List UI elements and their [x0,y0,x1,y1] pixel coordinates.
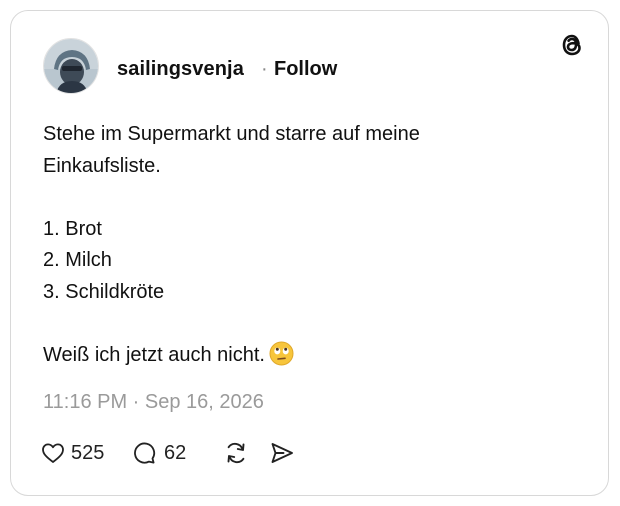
post-line: Stehe im Supermarkt und starre auf meine [43,123,420,145]
list-item: 1. Brot [43,217,102,240]
share-button[interactable] [269,439,297,469]
separator-dot: · [261,58,268,80]
username[interactable]: sailingsvenja [117,58,244,81]
reply-button[interactable]: 62 [132,439,194,469]
like-count: 525 [71,442,105,464]
send-icon [271,443,293,463]
post-card: sailingsvenja · Follow Stehe im Supermar… [10,10,609,496]
repost-button[interactable] [223,439,251,469]
avatar[interactable] [43,38,99,94]
list-item: 2. Milch [43,249,112,271]
post-line: Weiß ich jetzt auch nicht. [43,340,583,372]
heart-icon [42,443,64,463]
follow-button[interactable]: Follow [274,58,337,81]
comment-bubble-icon [134,442,156,464]
post-line-text: Weiß ich jetzt auch nicht. [43,343,265,366]
timestamp[interactable]: 11:16 PM · Sep 16, 2026 [43,391,264,414]
repost-icon [227,442,245,464]
post-line: Einkaufsliste. [43,154,161,177]
face-with-rolling-eyes-emoji [269,341,294,366]
threads-logo-icon[interactable] [559,31,585,59]
post-body: Stehe im Supermarkt und starre auf meine… [43,119,583,371]
reply-count: 62 [164,442,187,464]
list-item: 3. Schildkröte [43,280,165,303]
like-button[interactable]: 525 [41,439,113,469]
